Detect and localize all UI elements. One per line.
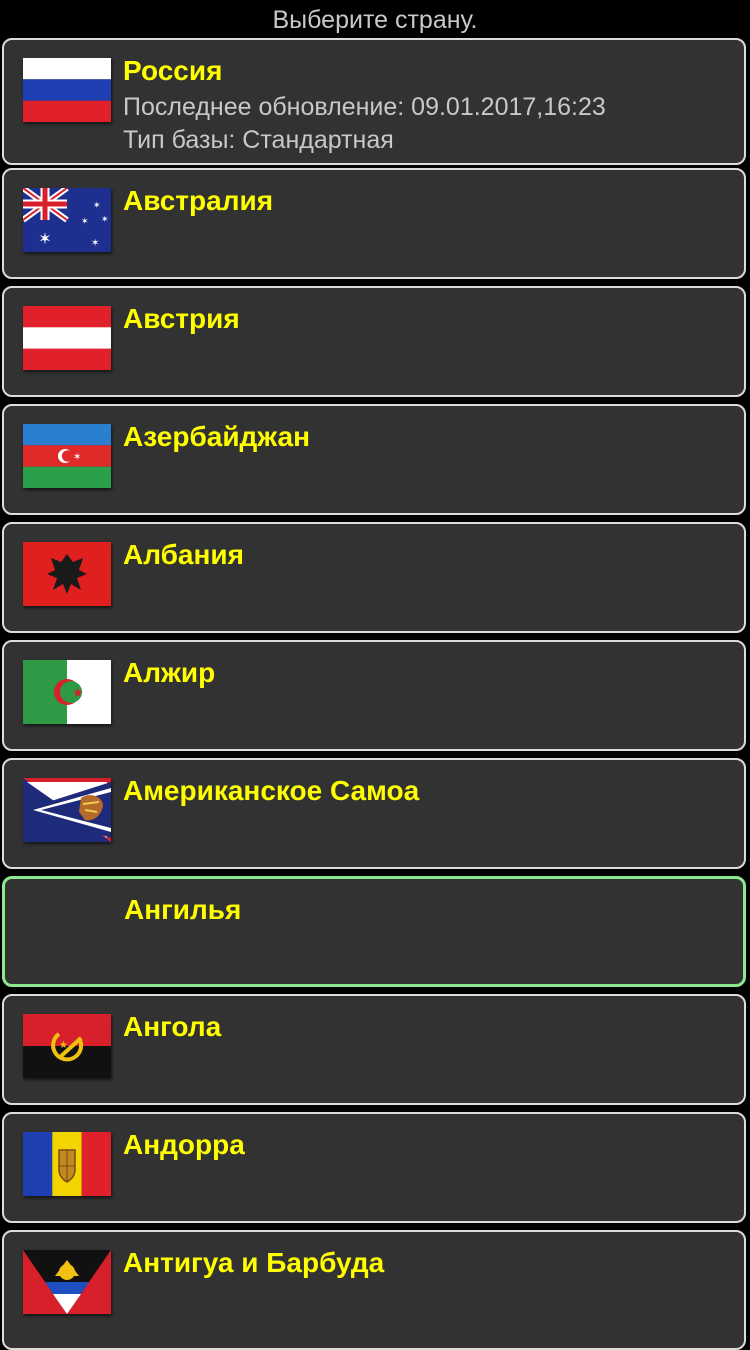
country-name: Азербайджан: [123, 421, 310, 452]
page-title: Выберите страну.: [272, 6, 478, 34]
svg-text:★: ★: [72, 686, 84, 701]
country-name: Албания: [123, 539, 244, 570]
svg-text:✶: ✶: [101, 215, 109, 225]
country-row-antigua-barbuda[interactable]: Антигуа и Барбуда: [2, 1230, 746, 1350]
svg-text:✶: ✶: [73, 452, 81, 463]
country-row-russia[interactable]: Россия Последнее обновление: 09.01.2017,…: [2, 38, 746, 165]
country-name: Андорра: [123, 1129, 245, 1160]
svg-text:✶: ✶: [81, 217, 89, 227]
australia-flag-icon: ✶ ✶ ✶ ✶ ✶: [23, 188, 111, 252]
country-row-austria[interactable]: Австрия: [2, 286, 746, 397]
country-name: Американское Самоа: [123, 775, 420, 806]
albania-flag-icon: [23, 542, 111, 606]
country-row-american-samoa[interactable]: Американское Самоа: [2, 758, 746, 869]
country-name: Ангилья: [124, 894, 242, 925]
angola-flag-icon: ★: [23, 1014, 111, 1078]
russia-flag-icon: [23, 58, 111, 122]
algeria-flag-icon: ★: [23, 660, 111, 724]
country-row-algeria[interactable]: ★ Алжир: [2, 640, 746, 751]
svg-text:★: ★: [59, 1040, 68, 1051]
last-update-text: Последнее обновление: 09.01.2017,16:23: [123, 93, 606, 121]
country-row-australia[interactable]: ✶ ✶ ✶ ✶ ✶ Австралия: [2, 168, 746, 279]
database-type-text: Тип базы: Стандартная: [123, 126, 394, 154]
antigua-barbuda-flag-icon: [23, 1250, 111, 1314]
svg-text:✶: ✶: [38, 229, 51, 248]
country-row-andorra[interactable]: Андорра: [2, 1112, 746, 1223]
svg-text:✶: ✶: [91, 238, 99, 249]
country-row-angola[interactable]: ★ Ангола: [2, 994, 746, 1105]
country-name: Австрия: [123, 303, 240, 334]
country-name: Ангола: [123, 1011, 222, 1042]
country-row-anguilla[interactable]: Ангилья: [2, 876, 746, 987]
american-samoa-flag-icon: [23, 778, 111, 842]
country-name: Австралия: [123, 185, 274, 216]
country-row-azerbaijan[interactable]: ✶ Азербайджан: [2, 404, 746, 515]
austria-flag-icon: [23, 306, 111, 370]
country-name: Алжир: [123, 657, 216, 688]
country-name: Антигуа и Барбуда: [123, 1247, 385, 1278]
svg-text:✶: ✶: [93, 201, 101, 211]
andorra-flag-icon: [23, 1132, 111, 1196]
country-name: Россия: [123, 55, 223, 86]
azerbaijan-flag-icon: ✶: [23, 424, 111, 488]
country-row-albania[interactable]: Албания: [2, 522, 746, 633]
